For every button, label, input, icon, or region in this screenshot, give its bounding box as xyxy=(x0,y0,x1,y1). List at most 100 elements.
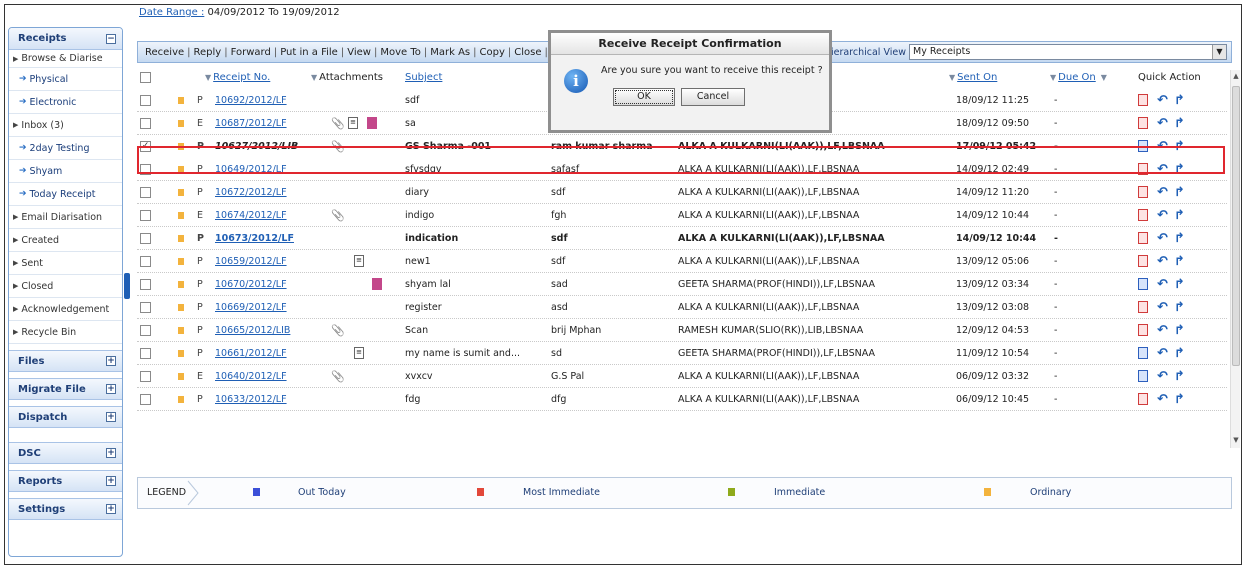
table-row[interactable]: P 10669/2012/LF register asd ALKA A KULKARNI… xyxy=(137,296,1227,319)
due-on-header[interactable]: ▼ Due On ▼ xyxy=(1050,66,1109,89)
toolbar-close-button[interactable]: Close xyxy=(511,47,544,58)
receive-icon[interactable] xyxy=(1138,232,1148,244)
sidebar-section-dispatch[interactable]: Dispatch + xyxy=(9,406,122,428)
forward-icon[interactable]: ↱ xyxy=(1174,319,1185,342)
document-icon[interactable]: ≡ xyxy=(348,117,358,129)
forward-icon[interactable]: ↱ xyxy=(1174,365,1185,388)
sidebar-item-today-receipt[interactable]: ➔ Today Receipt xyxy=(9,183,122,206)
reply-icon[interactable]: ↶ xyxy=(1157,319,1168,342)
table-row[interactable]: P 10659/2012/LF ≡ new1 sdf ALKA A KULKARNI(LI… xyxy=(137,250,1227,273)
receipt-no-link[interactable]: 10665/2012/LIB xyxy=(215,319,290,342)
reply-icon[interactable]: ↶ xyxy=(1157,204,1168,227)
receipt-no-link[interactable]: 10661/2012/LF xyxy=(215,342,287,365)
forward-icon[interactable]: ↱ xyxy=(1174,89,1185,112)
row-checkbox[interactable] xyxy=(140,118,151,129)
sidebar-item-inbox-3[interactable]: ▶ Inbox (3) xyxy=(9,114,122,137)
toolbar-forward-button[interactable]: Forward xyxy=(228,47,274,58)
row-checkbox[interactable] xyxy=(140,325,151,336)
toolbar-move-to-button[interactable]: Move To xyxy=(377,47,424,58)
forward-icon[interactable]: ↱ xyxy=(1174,112,1185,135)
forward-icon[interactable]: ↱ xyxy=(1174,388,1185,411)
row-checkbox[interactable] xyxy=(140,371,151,382)
table-row[interactable]: P 10649/2012/LF sfvsdgv safasf ALKA A KULKAR… xyxy=(137,158,1227,181)
row-checkbox[interactable] xyxy=(140,164,151,175)
attachments-header[interactable]: ▼ Attachments xyxy=(311,66,383,89)
reply-icon[interactable]: ↶ xyxy=(1157,342,1168,365)
table-row[interactable]: P 10673/2012/LF indication sdf ALKA A KULKAR… xyxy=(137,227,1227,250)
sidebar-collapse-handle[interactable] xyxy=(124,273,130,299)
table-row[interactable]: E 10674/2012/LF 📎 indigo fgh ALKA A KULKARNI(… xyxy=(137,204,1227,227)
forward-icon[interactable]: ↱ xyxy=(1174,204,1185,227)
paperclip-icon[interactable]: 📎 xyxy=(331,135,345,158)
sidebar-item-recycle-bin[interactable]: ▶ Recycle Bin xyxy=(9,321,122,344)
table-row[interactable]: E 10640/2012/LF 📎 xvxcv G.S Pal ALKA A KULKAR… xyxy=(137,365,1227,388)
reply-icon[interactable]: ↶ xyxy=(1157,365,1168,388)
sent-on-header[interactable]: ▼ Sent On xyxy=(949,66,997,89)
receive-icon[interactable] xyxy=(1138,163,1148,175)
paperclip-icon[interactable]: 📎 xyxy=(331,112,345,135)
reply-icon[interactable]: ↶ xyxy=(1157,112,1168,135)
image-icon[interactable] xyxy=(372,278,382,290)
row-checkbox[interactable] xyxy=(140,302,151,313)
receive-icon[interactable] xyxy=(1138,324,1148,336)
sidebar-section-settings[interactable]: Settings + xyxy=(9,498,122,520)
reply-icon[interactable]: ↶ xyxy=(1157,158,1168,181)
sidebar-item-sent[interactable]: ▶ Sent xyxy=(9,252,122,275)
reply-icon[interactable]: ↶ xyxy=(1157,273,1168,296)
row-checkbox[interactable]: ✓ xyxy=(140,141,151,152)
toolbar-put-in-a-file-button[interactable]: Put in a File xyxy=(277,47,341,58)
sidebar-item-email-diarisation[interactable]: ▶ Email Diarisation xyxy=(9,206,122,229)
forward-icon[interactable]: ↱ xyxy=(1174,250,1185,273)
expand-icon[interactable]: + xyxy=(106,476,116,486)
row-checkbox[interactable] xyxy=(140,279,151,290)
forward-icon[interactable]: ↱ xyxy=(1174,135,1185,158)
receipt-no-link[interactable]: 10649/2012/LF xyxy=(215,158,287,181)
sidebar-section-files[interactable]: Files + xyxy=(9,350,122,372)
receive-icon[interactable] xyxy=(1138,347,1148,359)
toolbar-reply-button[interactable]: Reply xyxy=(191,47,225,58)
receive-icon[interactable] xyxy=(1138,278,1148,290)
chevron-down-icon[interactable]: ▼ xyxy=(1212,45,1226,59)
document-icon[interactable]: ≡ xyxy=(354,347,364,359)
table-row[interactable]: P 10670/2012/LF shyam lal sad GEETA SHARMA(P… xyxy=(137,273,1227,296)
forward-icon[interactable]: ↱ xyxy=(1174,158,1185,181)
receive-icon[interactable] xyxy=(1138,186,1148,198)
table-row[interactable]: P 10665/2012/LIB 📎 Scan brij Mphan RAMESH KUM… xyxy=(137,319,1227,342)
toolbar-copy-button[interactable]: Copy xyxy=(477,47,508,58)
hierarchical-view-select[interactable]: My Receipts ▼ xyxy=(909,44,1227,60)
sidebar-section-dsc[interactable]: DSC + xyxy=(9,442,122,464)
receipt-no-link[interactable]: 10670/2012/LF xyxy=(215,273,287,296)
sidebar-item-acknowledgement[interactable]: ▶ Acknowledgement xyxy=(9,298,122,321)
receipt-no-link[interactable]: 10640/2012/LF xyxy=(215,365,287,388)
filter-icon[interactable]: ▼ xyxy=(1101,73,1107,82)
subject-header[interactable]: Subject xyxy=(405,66,442,89)
paperclip-icon[interactable]: 📎 xyxy=(331,319,345,342)
receive-icon[interactable] xyxy=(1138,140,1148,152)
sidebar-item-2day-testing[interactable]: ➔ 2day Testing xyxy=(9,137,122,160)
forward-icon[interactable]: ↱ xyxy=(1174,273,1185,296)
receive-icon[interactable] xyxy=(1138,94,1148,106)
row-checkbox[interactable] xyxy=(140,187,151,198)
ok-button[interactable]: OK xyxy=(613,88,675,106)
scroll-thumb[interactable] xyxy=(1232,86,1240,366)
scroll-up-icon[interactable]: ▲ xyxy=(1231,72,1241,82)
forward-icon[interactable]: ↱ xyxy=(1174,296,1185,319)
reply-icon[interactable]: ↶ xyxy=(1157,388,1168,411)
row-checkbox[interactable] xyxy=(140,348,151,359)
sidebar-section-receipts[interactable]: Receipts − xyxy=(9,28,122,50)
receipt-no-link[interactable]: 10687/2012/LF xyxy=(215,112,287,135)
sidebar-item-browse-diarise[interactable]: ▶ Browse & Diarise xyxy=(9,50,122,68)
sidebar-item-electronic[interactable]: ➔ Electronic xyxy=(9,91,122,114)
table-row[interactable]: P 10672/2012/LF diary sdf ALKA A KULKARNI(LI… xyxy=(137,181,1227,204)
receipt-no-link[interactable]: 10692/2012/LF xyxy=(215,89,287,112)
receive-icon[interactable] xyxy=(1138,393,1148,405)
table-row[interactable]: ✓ P 10627/2012/LIB 📎 GS Sharma -001 ram kumar… xyxy=(137,135,1227,158)
reply-icon[interactable]: ↶ xyxy=(1157,227,1168,250)
scroll-down-icon[interactable]: ▼ xyxy=(1231,436,1241,446)
row-checkbox[interactable] xyxy=(140,95,151,106)
receipt-no-link[interactable]: 10659/2012/LF xyxy=(215,250,287,273)
reply-icon[interactable]: ↶ xyxy=(1157,89,1168,112)
receive-icon[interactable] xyxy=(1138,301,1148,313)
sidebar-item-closed[interactable]: ▶ Closed xyxy=(9,275,122,298)
receipt-no-link[interactable]: 10673/2012/LF xyxy=(215,227,294,250)
